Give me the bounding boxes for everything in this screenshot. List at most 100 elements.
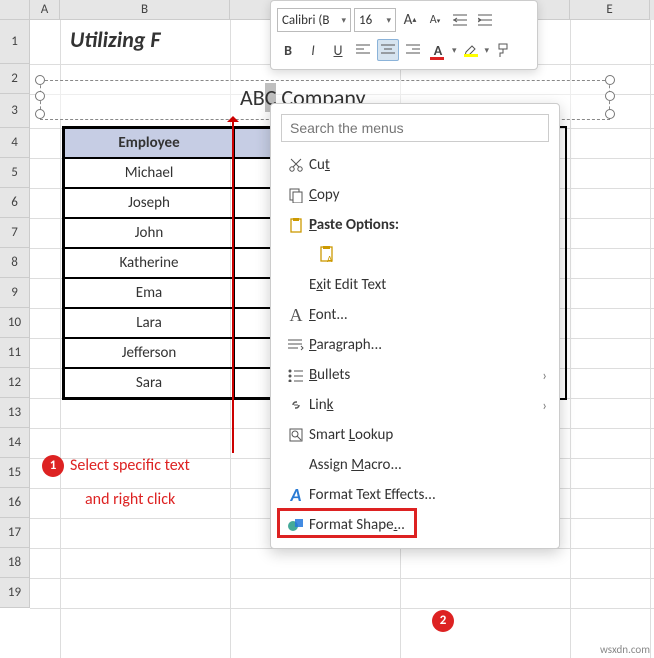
col-A[interactable]: A — [30, 0, 60, 20]
row-header[interactable]: 10 — [0, 308, 30, 338]
row-header[interactable]: 1 — [0, 20, 30, 64]
text-prefix: AB — [240, 84, 265, 111]
menu-item-label: Assign Macro... — [309, 456, 402, 474]
row-header[interactable]: 5 — [0, 158, 30, 188]
table-cell[interactable]: Michael — [64, 158, 234, 188]
annotation-arrow — [232, 118, 234, 453]
row-header[interactable]: 8 — [0, 248, 30, 278]
col-B[interactable]: B — [60, 0, 230, 20]
submenu-arrow-icon: › — [542, 397, 547, 414]
row-header[interactable]: 14 — [0, 428, 30, 458]
align-center-icon[interactable] — [377, 39, 399, 61]
menu-item-exit-edit-text[interactable]: Exit Edit Text — [271, 270, 559, 300]
row-header[interactable]: 16 — [0, 488, 30, 518]
menu-item-paste-sub[interactable]: A — [271, 240, 559, 270]
menu-item-paragraph[interactable]: Paragraph... — [271, 330, 559, 360]
decrease-indent-icon[interactable] — [449, 9, 471, 31]
resize-handle-br[interactable] — [605, 109, 615, 119]
cut-icon — [283, 157, 309, 173]
menu-item-copy[interactable]: Copy — [271, 180, 559, 210]
row-header[interactable]: 2 — [0, 64, 30, 94]
mini-toolbar: Calibri (B▾ 16▾ A▴ A▾ B I U A ▾ ▾ — [270, 0, 538, 70]
menu-item-label: Exit Edit Text — [309, 276, 386, 294]
row-headers: 12345678910111213141516171819 — [0, 20, 30, 608]
format-painter-icon[interactable] — [492, 39, 514, 61]
menu-item-font[interactable]: AFont... — [271, 300, 559, 330]
resize-handle-bl[interactable] — [35, 109, 45, 119]
row-header[interactable]: 13 — [0, 398, 30, 428]
watermark: wsxdn.com — [600, 643, 650, 656]
align-right-icon[interactable] — [402, 39, 424, 61]
bold-button[interactable]: B — [277, 39, 299, 61]
menu-item-label: Smart Lookup — [309, 426, 393, 444]
menu-search[interactable] — [281, 114, 549, 142]
menu-item-link[interactable]: Link › — [271, 390, 559, 420]
annotation-text-1a: Select specific text — [70, 456, 190, 475]
menu-item-label: Bullets — [309, 366, 350, 384]
italic-button[interactable]: I — [302, 39, 324, 61]
decrease-font-icon[interactable]: A▾ — [424, 9, 446, 31]
font-color-icon[interactable]: A — [427, 39, 449, 61]
menu-item-format-shape[interactable]: Format Shape... — [271, 510, 559, 540]
resize-handle-mr[interactable] — [605, 91, 615, 101]
menu-item-cut[interactable]: Cut — [271, 150, 559, 180]
para-icon — [283, 338, 309, 352]
context-menu: CutCopyPaste Options:AExit Edit TextAFon… — [270, 103, 560, 549]
menu-item-label: Link — [309, 396, 333, 414]
annotation-text-1b: and right click — [85, 490, 175, 509]
table-header-employee[interactable]: Employee — [64, 128, 234, 158]
select-all-corner[interactable] — [0, 0, 30, 20]
annotation-highlight — [277, 508, 417, 538]
table-cell[interactable]: Joseph — [64, 188, 234, 218]
row-header[interactable]: 7 — [0, 218, 30, 248]
annotation-badge-1: 1 — [42, 455, 64, 477]
row-header[interactable]: 9 — [0, 278, 30, 308]
resize-handle-ml[interactable] — [35, 91, 45, 101]
page-title: Utilizing F — [70, 26, 160, 53]
row-header[interactable]: 19 — [0, 578, 30, 608]
font-size-combo[interactable]: 16▾ — [354, 8, 396, 32]
chevron-down-icon: ▾ — [386, 15, 391, 26]
row-header[interactable]: 11 — [0, 338, 30, 368]
menu-item-assign-macro[interactable]: Assign Macro... — [271, 450, 559, 480]
table-cell[interactable]: Ema — [64, 278, 234, 308]
menu-item-label: Format Text Effects... — [309, 486, 436, 504]
underline-button[interactable]: U — [327, 39, 349, 61]
lookup-icon — [283, 427, 309, 443]
annotation-badge-2: 2 — [432, 610, 454, 632]
bullets-icon — [283, 368, 309, 382]
highlight-color-icon[interactable] — [460, 39, 482, 61]
chevron-down-icon[interactable]: ▾ — [485, 45, 490, 56]
textfx-icon: A — [283, 484, 309, 506]
menu-item-smart-lookup[interactable]: Smart Lookup — [271, 420, 559, 450]
increase-font-icon[interactable]: A▴ — [399, 9, 421, 31]
table-cell[interactable]: Jefferson — [64, 338, 234, 368]
align-left-icon[interactable] — [352, 39, 374, 61]
menu-item-paste-options[interactable]: Paste Options: — [271, 210, 559, 240]
menu-item-label: Cut — [309, 156, 330, 174]
chevron-down-icon[interactable]: ▾ — [452, 45, 457, 56]
row-header[interactable]: 12 — [0, 368, 30, 398]
paste-icon — [283, 217, 309, 233]
increase-indent-icon[interactable] — [474, 9, 496, 31]
search-input[interactable] — [281, 114, 549, 142]
menu-item-label: Font... — [309, 306, 348, 324]
row-header[interactable]: 17 — [0, 518, 30, 548]
col-E[interactable]: E — [570, 0, 650, 20]
table-cell[interactable]: Katherine — [64, 248, 234, 278]
table-cell[interactable]: Sara — [64, 368, 234, 398]
menu-item-label: Paste Options: — [309, 216, 399, 234]
row-header[interactable]: 3 — [0, 94, 30, 128]
menu-item-format-text-effects[interactable]: AFormat Text Effects... — [271, 480, 559, 510]
row-header[interactable]: 4 — [0, 128, 30, 158]
resize-handle-tr[interactable] — [605, 75, 615, 85]
table-cell[interactable]: John — [64, 218, 234, 248]
svg-text:A: A — [327, 254, 333, 265]
menu-item-bullets[interactable]: Bullets› — [271, 360, 559, 390]
table-cell[interactable]: Lara — [64, 308, 234, 338]
row-header[interactable]: 15 — [0, 458, 30, 488]
row-header[interactable]: 18 — [0, 548, 30, 578]
font-name-combo[interactable]: Calibri (B▾ — [277, 8, 351, 32]
row-header[interactable]: 6 — [0, 188, 30, 218]
resize-handle-tl[interactable] — [35, 75, 45, 85]
